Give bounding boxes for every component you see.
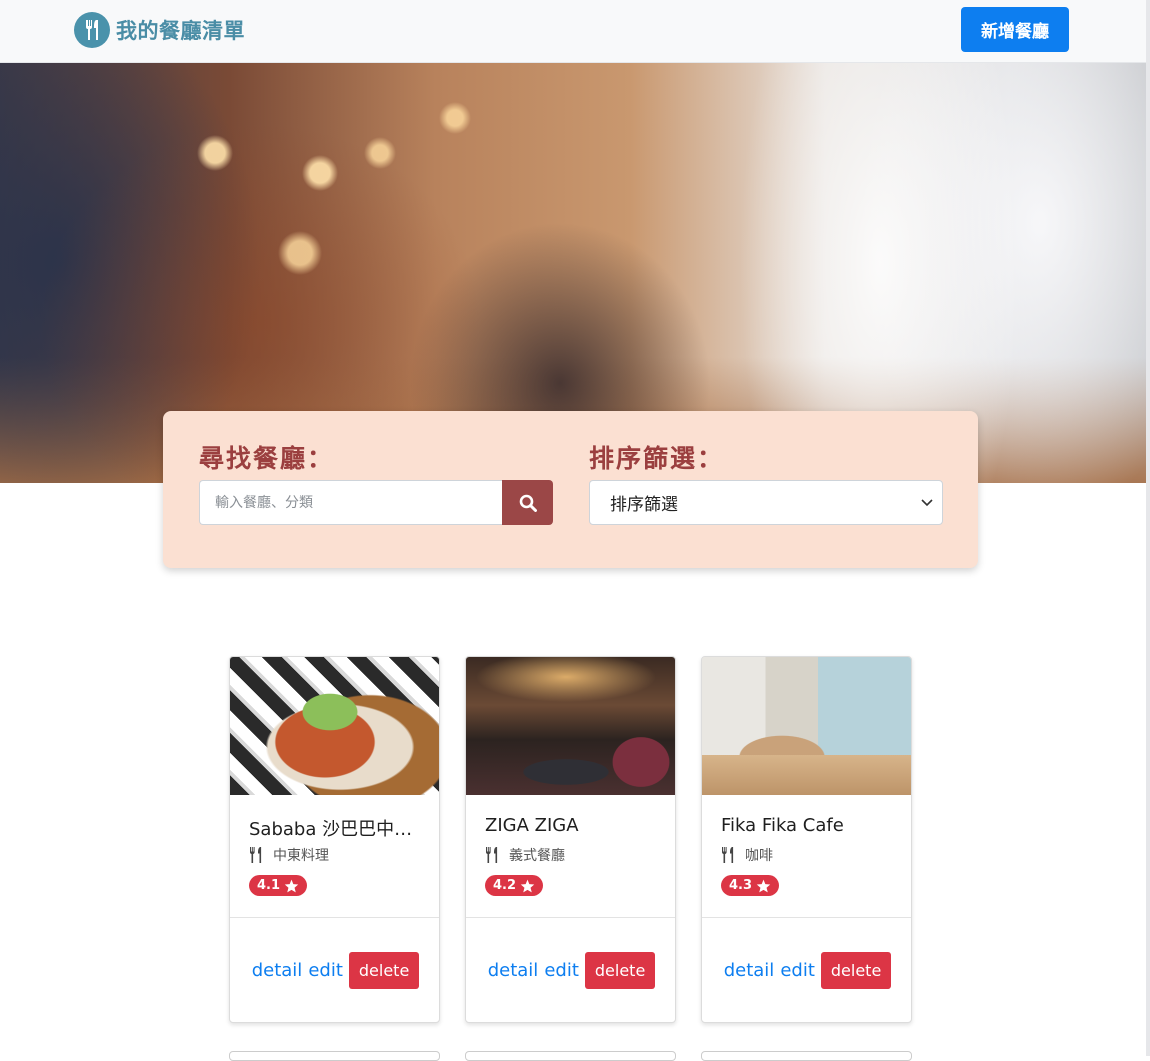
delete-button[interactable]: delete <box>584 952 656 989</box>
restaurant-category: 咖啡 <box>721 845 773 865</box>
restaurant-category: 中東料理 <box>249 845 329 865</box>
utensils-icon <box>485 847 498 863</box>
card-divider <box>466 917 675 918</box>
restaurant-card-partial[interactable] <box>465 1051 676 1061</box>
edit-link[interactable]: edit <box>308 960 343 981</box>
restaurant-image[interactable] <box>702 657 911 795</box>
utensils-icon <box>721 847 734 863</box>
edit-link[interactable]: edit <box>780 960 815 981</box>
card-actions: detail edit delete <box>466 952 675 989</box>
edit-link[interactable]: edit <box>544 960 579 981</box>
sort-label: 排序篩選： <box>589 444 725 473</box>
restaurant-image[interactable] <box>230 657 439 795</box>
restaurant-card-partial[interactable] <box>229 1051 440 1061</box>
add-restaurant-button[interactable]: 新增餐廳 <box>961 7 1069 52</box>
restaurant-card-partial[interactable] <box>701 1051 912 1061</box>
category-label: 義式餐廳 <box>509 848 565 864</box>
category-label: 咖啡 <box>745 848 773 864</box>
category-label: 中東料理 <box>273 848 329 864</box>
star-icon <box>756 879 771 892</box>
restaurant-category: 義式餐廳 <box>485 845 565 865</box>
detail-link[interactable]: detail <box>488 960 539 981</box>
restaurant-image[interactable] <box>466 657 675 795</box>
detail-link[interactable]: detail <box>724 960 775 981</box>
restaurant-name: Fika Fika Cafe <box>721 815 844 836</box>
restaurant-card[interactable]: Fika Fika Cafe 咖啡 4.3 detail edit delete <box>701 656 912 1023</box>
search-input[interactable] <box>199 480 503 525</box>
restaurant-name: ZIGA ZIGA <box>485 815 579 836</box>
sort-selected-value: 排序篩選 <box>610 495 678 515</box>
card-divider <box>702 917 911 918</box>
scrollbar-track[interactable] <box>1146 0 1150 1056</box>
restaurant-card[interactable]: ZIGA ZIGA 義式餐廳 4.2 detail edit delete <box>465 656 676 1023</box>
rating-badge: 4.2 <box>485 875 544 896</box>
restaurant-name: Sababa 沙巴巴中東美食 <box>249 819 424 840</box>
card-actions: detail edit delete <box>702 952 911 989</box>
search-icon <box>519 494 537 512</box>
search-button[interactable] <box>502 480 553 525</box>
delete-button[interactable]: delete <box>820 952 892 989</box>
brand[interactable]: 我的餐廳清單 <box>74 12 245 48</box>
restaurant-card[interactable]: Sababa 沙巴巴中東美食 中東料理 4.1 detail edit dele… <box>229 656 440 1023</box>
rating-value: 4.3 <box>729 878 753 893</box>
chevron-down-icon <box>921 499 933 507</box>
sort-select[interactable]: 排序篩選 <box>589 480 943 525</box>
rating-badge: 4.3 <box>721 875 780 896</box>
brand-title: 我的餐廳清單 <box>116 19 245 43</box>
star-icon <box>520 879 535 892</box>
utensils-icon <box>74 12 110 48</box>
rating-badge: 4.1 <box>249 875 308 896</box>
rating-value: 4.1 <box>257 878 281 893</box>
rating-value: 4.2 <box>493 878 517 893</box>
search-panel: 尋找餐廳： 排序篩選： 排序篩選 <box>163 411 978 568</box>
detail-link[interactable]: detail <box>252 960 303 981</box>
card-divider <box>230 917 439 918</box>
navbar: 我的餐廳清單 新增餐廳 <box>0 0 1146 63</box>
card-actions: detail edit delete <box>230 952 439 989</box>
utensils-icon <box>249 847 262 863</box>
delete-button[interactable]: delete <box>348 952 420 989</box>
search-label: 尋找餐廳： <box>199 444 335 473</box>
star-icon <box>284 879 299 892</box>
